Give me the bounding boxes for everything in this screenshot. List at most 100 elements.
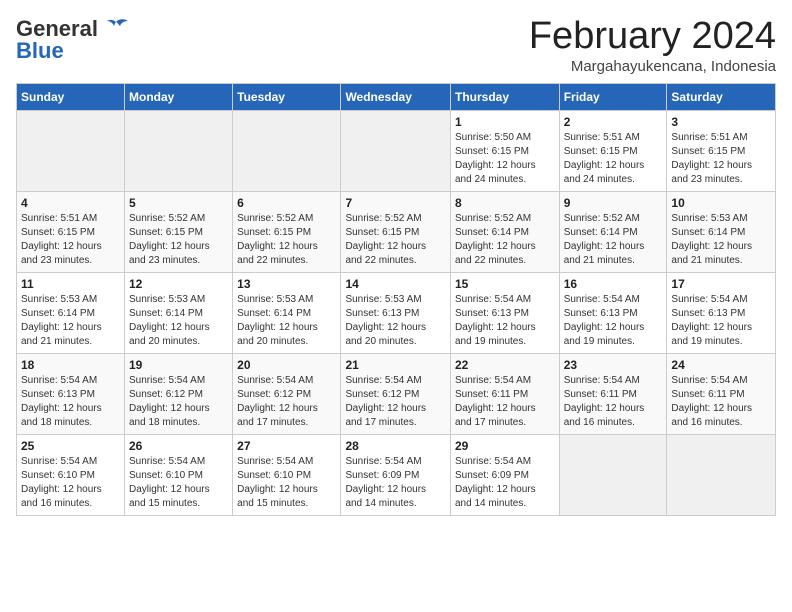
- day-of-week-header: Sunday: [17, 83, 125, 110]
- calendar-cell: [667, 434, 776, 515]
- month-title: February 2024: [529, 16, 776, 58]
- day-number: 12: [129, 277, 228, 291]
- day-number: 22: [455, 358, 555, 372]
- calendar-cell: [341, 110, 451, 191]
- calendar-cell: 4 Sunrise: 5:51 AM Sunset: 6:15 PM Daylig…: [17, 191, 125, 272]
- logo: General Blue: [16, 16, 130, 64]
- day-number: 23: [564, 358, 663, 372]
- day-info: Sunrise: 5:54 AM Sunset: 6:09 PM Dayligh…: [345, 455, 446, 511]
- day-number: 3: [671, 115, 771, 129]
- day-number: 17: [671, 277, 771, 291]
- calendar-cell: 25 Sunrise: 5:54 AM Sunset: 6:10 PM Dayli…: [17, 434, 125, 515]
- calendar-week-row: 25 Sunrise: 5:54 AM Sunset: 6:10 PM Dayli…: [17, 434, 776, 515]
- calendar-cell: 29 Sunrise: 5:54 AM Sunset: 6:09 PM Dayli…: [450, 434, 559, 515]
- calendar-cell: 5 Sunrise: 5:52 AM Sunset: 6:15 PM Daylig…: [125, 191, 233, 272]
- calendar-cell: 22 Sunrise: 5:54 AM Sunset: 6:11 PM Dayli…: [450, 353, 559, 434]
- calendar-cell: 12 Sunrise: 5:53 AM Sunset: 6:14 PM Dayli…: [125, 272, 233, 353]
- calendar-table: SundayMondayTuesdayWednesdayThursdayFrid…: [16, 83, 776, 516]
- calendar-cell: [17, 110, 125, 191]
- calendar-cell: 3 Sunrise: 5:51 AM Sunset: 6:15 PM Daylig…: [667, 110, 776, 191]
- day-info: Sunrise: 5:53 AM Sunset: 6:13 PM Dayligh…: [345, 293, 446, 349]
- day-of-week-header: Tuesday: [233, 83, 341, 110]
- calendar-cell: 10Sunrise: 5:53 AM Sunset: 6:14 PM Dayli…: [667, 191, 776, 272]
- calendar-cell: [233, 110, 341, 191]
- day-info: Sunrise: 5:54 AM Sunset: 6:11 PM Dayligh…: [564, 374, 663, 430]
- calendar-cell: 23 Sunrise: 5:54 AM Sunset: 6:11 PM Dayli…: [559, 353, 667, 434]
- logo-bird-icon: [102, 18, 130, 40]
- day-info: Sunrise: 5:54 AM Sunset: 6:13 PM Dayligh…: [455, 293, 555, 349]
- calendar-cell: [559, 434, 667, 515]
- day-number: 8: [455, 196, 555, 210]
- day-info: Sunrise: 5:53 AM Sunset: 6:14 PM Dayligh…: [129, 293, 228, 349]
- day-number: 27: [237, 439, 336, 453]
- day-number: 9: [564, 196, 663, 210]
- calendar-header-row: SundayMondayTuesdayWednesdayThursdayFrid…: [17, 83, 776, 110]
- day-info: Sunrise: 5:54 AM Sunset: 6:12 PM Dayligh…: [345, 374, 446, 430]
- day-info: Sunrise: 5:54 AM Sunset: 6:11 PM Dayligh…: [671, 374, 771, 430]
- day-info: Sunrise: 5:54 AM Sunset: 6:13 PM Dayligh…: [671, 293, 771, 349]
- day-number: 20: [237, 358, 336, 372]
- day-number: 29: [455, 439, 555, 453]
- calendar-week-row: 1Sunrise: 5:50 AM Sunset: 6:15 PM Daylig…: [17, 110, 776, 191]
- calendar-cell: 28 Sunrise: 5:54 AM Sunset: 6:09 PM Dayli…: [341, 434, 451, 515]
- location-subtitle: Margahayukencana, Indonesia: [529, 58, 776, 75]
- calendar-week-row: 11 Sunrise: 5:53 AM Sunset: 6:14 PM Dayli…: [17, 272, 776, 353]
- day-info: Sunrise: 5:51 AM Sunset: 6:15 PM Dayligh…: [564, 131, 663, 187]
- calendar-cell: 11Sunrise: 5:53 AM Sunset: 6:14 PM Dayli…: [17, 272, 125, 353]
- day-info: Sunrise: 5:52 AM Sunset: 6:14 PM Dayligh…: [455, 212, 555, 268]
- day-info: Sunrise: 5:54 AM Sunset: 6:10 PM Dayligh…: [129, 455, 228, 511]
- calendar-cell: 27Sunrise: 5:54 AM Sunset: 6:10 PM Dayli…: [233, 434, 341, 515]
- calendar-cell: 24 Sunrise: 5:54 AM Sunset: 6:11 PM Dayli…: [667, 353, 776, 434]
- day-info: Sunrise: 5:52 AM Sunset: 6:15 PM Dayligh…: [237, 212, 336, 268]
- calendar-cell: 2 Sunrise: 5:51 AM Sunset: 6:15 PM Daylig…: [559, 110, 667, 191]
- day-of-week-header: Saturday: [667, 83, 776, 110]
- day-number: 13: [237, 277, 336, 291]
- page-header: General Blue February 2024 Margahayukenc…: [16, 16, 776, 75]
- day-info: Sunrise: 5:52 AM Sunset: 6:14 PM Dayligh…: [564, 212, 663, 268]
- day-number: 26: [129, 439, 228, 453]
- calendar-cell: 21 Sunrise: 5:54 AM Sunset: 6:12 PM Dayli…: [341, 353, 451, 434]
- calendar-cell: 7 Sunrise: 5:52 AM Sunset: 6:15 PM Daylig…: [341, 191, 451, 272]
- day-number: 5: [129, 196, 228, 210]
- day-number: 25: [21, 439, 120, 453]
- day-number: 4: [21, 196, 120, 210]
- day-info: Sunrise: 5:54 AM Sunset: 6:09 PM Dayligh…: [455, 455, 555, 511]
- day-number: 2: [564, 115, 663, 129]
- day-number: 6: [237, 196, 336, 210]
- day-number: 24: [671, 358, 771, 372]
- calendar-cell: 6 Sunrise: 5:52 AM Sunset: 6:15 PM Daylig…: [233, 191, 341, 272]
- day-number: 7: [345, 196, 446, 210]
- calendar-cell: 26 Sunrise: 5:54 AM Sunset: 6:10 PM Dayli…: [125, 434, 233, 515]
- day-of-week-header: Monday: [125, 83, 233, 110]
- calendar-cell: 1Sunrise: 5:50 AM Sunset: 6:15 PM Daylig…: [450, 110, 559, 191]
- calendar-week-row: 18 Sunrise: 5:54 AM Sunset: 6:13 PM Dayli…: [17, 353, 776, 434]
- day-info: Sunrise: 5:52 AM Sunset: 6:15 PM Dayligh…: [129, 212, 228, 268]
- day-info: Sunrise: 5:54 AM Sunset: 6:12 PM Dayligh…: [237, 374, 336, 430]
- day-info: Sunrise: 5:54 AM Sunset: 6:10 PM Dayligh…: [21, 455, 120, 511]
- day-info: Sunrise: 5:53 AM Sunset: 6:14 PM Dayligh…: [671, 212, 771, 268]
- day-info: Sunrise: 5:54 AM Sunset: 6:11 PM Dayligh…: [455, 374, 555, 430]
- day-info: Sunrise: 5:51 AM Sunset: 6:15 PM Dayligh…: [21, 212, 120, 268]
- day-number: 18: [21, 358, 120, 372]
- day-info: Sunrise: 5:54 AM Sunset: 6:13 PM Dayligh…: [21, 374, 120, 430]
- day-number: 28: [345, 439, 446, 453]
- day-of-week-header: Friday: [559, 83, 667, 110]
- day-of-week-header: Thursday: [450, 83, 559, 110]
- day-number: 19: [129, 358, 228, 372]
- calendar-cell: 9 Sunrise: 5:52 AM Sunset: 6:14 PM Daylig…: [559, 191, 667, 272]
- calendar-cell: 18 Sunrise: 5:54 AM Sunset: 6:13 PM Dayli…: [17, 353, 125, 434]
- day-info: Sunrise: 5:52 AM Sunset: 6:15 PM Dayligh…: [345, 212, 446, 268]
- day-info: Sunrise: 5:50 AM Sunset: 6:15 PM Dayligh…: [455, 131, 555, 187]
- day-of-week-header: Wednesday: [341, 83, 451, 110]
- day-info: Sunrise: 5:53 AM Sunset: 6:14 PM Dayligh…: [237, 293, 336, 349]
- title-area: February 2024 Margahayukencana, Indonesi…: [529, 16, 776, 75]
- logo-blue-text: Blue: [16, 38, 64, 64]
- calendar-cell: 14Sunrise: 5:53 AM Sunset: 6:13 PM Dayli…: [341, 272, 451, 353]
- calendar-week-row: 4 Sunrise: 5:51 AM Sunset: 6:15 PM Daylig…: [17, 191, 776, 272]
- calendar-cell: 19Sunrise: 5:54 AM Sunset: 6:12 PM Dayli…: [125, 353, 233, 434]
- calendar-cell: 16Sunrise: 5:54 AM Sunset: 6:13 PM Dayli…: [559, 272, 667, 353]
- calendar-cell: 17 Sunrise: 5:54 AM Sunset: 6:13 PM Dayli…: [667, 272, 776, 353]
- day-number: 21: [345, 358, 446, 372]
- day-number: 11: [21, 277, 120, 291]
- day-info: Sunrise: 5:51 AM Sunset: 6:15 PM Dayligh…: [671, 131, 771, 187]
